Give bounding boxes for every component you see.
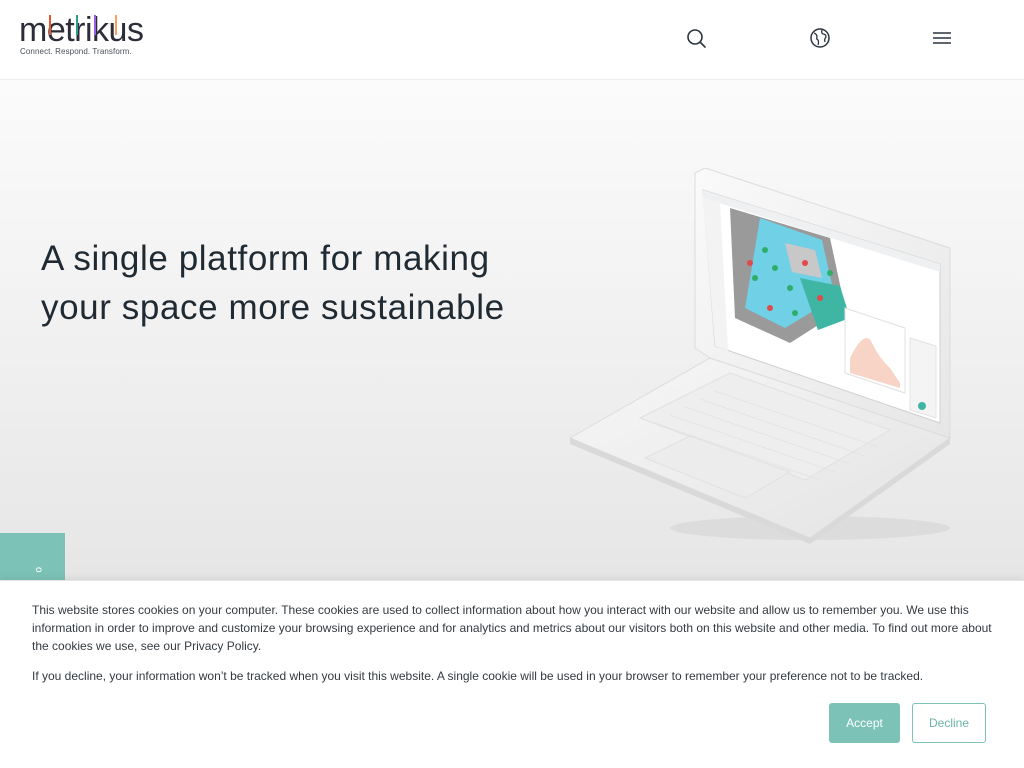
logo-accent-bar bbox=[115, 15, 117, 35]
cookie-text: This website stores cookies on your comp… bbox=[32, 603, 992, 653]
globe-icon[interactable] bbox=[809, 27, 831, 49]
cookie-text-end: . bbox=[257, 639, 262, 653]
side-tab-label: o bbox=[33, 567, 44, 573]
cookie-decline-info: If you decline, your information won’t b… bbox=[32, 669, 924, 683]
decline-button[interactable]: Decline bbox=[912, 703, 986, 743]
site-header: metrikus Connect. Respond. Transform. bbox=[0, 0, 1024, 80]
logo-accent-bar bbox=[49, 15, 51, 35]
logo-wordmark: metrikus bbox=[19, 11, 144, 49]
accept-button[interactable]: Accept bbox=[829, 703, 900, 743]
metrikus-logo[interactable]: metrikus Connect. Respond. Transform. bbox=[19, 12, 151, 58]
menu-icon[interactable] bbox=[931, 27, 953, 49]
privacy-policy-link[interactable]: Privacy Policy bbox=[184, 639, 258, 653]
hero-title: A single platform for making your space … bbox=[41, 234, 561, 332]
hero-section: A single platform for making your space … bbox=[0, 80, 1024, 580]
laptop-dashboard-illustration bbox=[560, 167, 960, 548]
logo-accent-bar bbox=[76, 15, 78, 35]
search-icon[interactable] bbox=[685, 27, 707, 49]
cookie-banner: This website stores cookies on your comp… bbox=[0, 580, 1024, 768]
logo-accent-bar bbox=[94, 15, 96, 35]
logo-tagline: Connect. Respond. Transform. bbox=[20, 47, 132, 56]
hero-title-line: your space more sustainable bbox=[41, 288, 505, 327]
hero-title-line: A single platform for making bbox=[41, 239, 490, 278]
cookie-message: This website stores cookies on your comp… bbox=[32, 601, 997, 655]
